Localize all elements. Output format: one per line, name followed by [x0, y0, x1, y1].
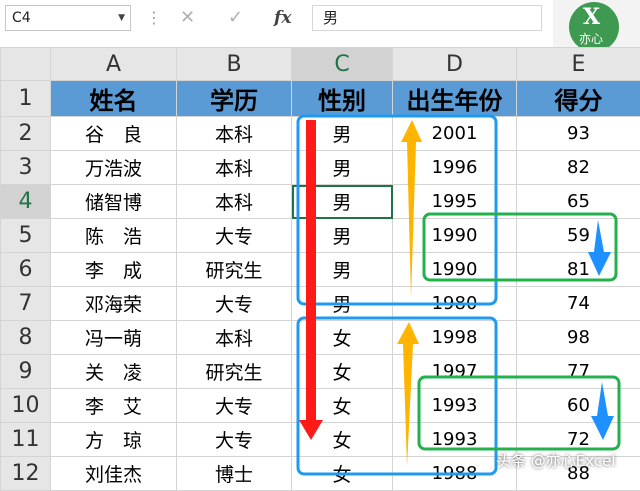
table-row: 5陈 浩大专男199059: [1, 219, 640, 253]
cell[interactable]: 关 凌: [51, 355, 177, 389]
cell[interactable]: 1998: [393, 321, 517, 355]
cell[interactable]: 大专: [177, 423, 292, 457]
table-row: 6李 成研究生男199081: [1, 253, 640, 287]
row-header[interactable]: 2: [1, 117, 51, 151]
cell[interactable]: 陈 浩: [51, 219, 177, 253]
row-header[interactable]: 5: [1, 219, 51, 253]
cell[interactable]: 大专: [177, 287, 292, 321]
more-options-icon: ⋮: [146, 6, 162, 30]
cell[interactable]: 女: [292, 457, 393, 491]
insert-function-icon[interactable]: fx: [274, 6, 291, 30]
table-header-cell[interactable]: 得分: [517, 81, 640, 117]
table-row: 2谷 良本科男200193: [1, 117, 640, 151]
cell[interactable]: 男: [292, 185, 393, 219]
select-all-corner[interactable]: [1, 48, 51, 81]
cell[interactable]: 82: [517, 151, 640, 185]
row-header[interactable]: 8: [1, 321, 51, 355]
cell[interactable]: 1997: [393, 355, 517, 389]
row-header[interactable]: 9: [1, 355, 51, 389]
cell[interactable]: 男: [292, 287, 393, 321]
cell[interactable]: 谷 良: [51, 117, 177, 151]
formula-input[interactable]: 男: [312, 5, 542, 31]
cell[interactable]: 1980: [393, 287, 517, 321]
table-row: 3万浩波本科男199682: [1, 151, 640, 185]
cell[interactable]: 大专: [177, 389, 292, 423]
cell[interactable]: 2001: [393, 117, 517, 151]
table-row: 8冯一萌本科女199898: [1, 321, 640, 355]
name-box-value: C4: [12, 10, 31, 26]
cell[interactable]: 万浩波: [51, 151, 177, 185]
cell[interactable]: 1990: [393, 253, 517, 287]
logo-letter: X: [583, 4, 600, 30]
cell[interactable]: 本科: [177, 185, 292, 219]
cell[interactable]: 男: [292, 253, 393, 287]
cell[interactable]: 方 琼: [51, 423, 177, 457]
row-header[interactable]: 10: [1, 389, 51, 423]
cell[interactable]: 女: [292, 321, 393, 355]
cancel-icon[interactable]: ✕: [180, 6, 195, 30]
cell[interactable]: 1995: [393, 185, 517, 219]
cell[interactable]: 1993: [393, 389, 517, 423]
column-header-c[interactable]: C: [292, 48, 393, 81]
chevron-down-icon[interactable]: ▼: [118, 6, 125, 30]
table-header-cell[interactable]: 姓名: [51, 81, 177, 117]
cell[interactable]: 刘佳杰: [51, 457, 177, 491]
cell[interactable]: 男: [292, 117, 393, 151]
cell[interactable]: 65: [517, 185, 640, 219]
spreadsheet-grid: ABCDE1姓名学历性别出生年份得分2谷 良本科男2001933万浩波本科男19…: [0, 47, 640, 491]
table-header-cell[interactable]: 出生年份: [393, 81, 517, 117]
watermark: 头条 @亦心Excel: [496, 450, 616, 471]
name-box[interactable]: C4 ▼: [5, 5, 131, 31]
cell[interactable]: 邓海荣: [51, 287, 177, 321]
row-header[interactable]: 4: [1, 185, 51, 219]
formula-bar: C4 ▼ ⋮ ✕ ✓ fx 男: [0, 0, 640, 40]
cell[interactable]: 博士: [177, 457, 292, 491]
row-header[interactable]: 1: [1, 81, 51, 117]
cell[interactable]: 81: [517, 253, 640, 287]
table-row: 7邓海荣大专男198074: [1, 287, 640, 321]
row-header[interactable]: 6: [1, 253, 51, 287]
cell[interactable]: 女: [292, 389, 393, 423]
cell[interactable]: 59: [517, 219, 640, 253]
cell[interactable]: 女: [292, 355, 393, 389]
cell[interactable]: 李 成: [51, 253, 177, 287]
cell[interactable]: 女: [292, 423, 393, 457]
cell[interactable]: 93: [517, 117, 640, 151]
row-header[interactable]: 12: [1, 457, 51, 491]
cell[interactable]: 60: [517, 389, 640, 423]
cell[interactable]: 1996: [393, 151, 517, 185]
cell[interactable]: 本科: [177, 151, 292, 185]
enter-icon[interactable]: ✓: [228, 6, 243, 30]
column-header-d[interactable]: D: [393, 48, 517, 81]
row-header[interactable]: 3: [1, 151, 51, 185]
table-row: 4储智博本科男199565: [1, 185, 640, 219]
cell[interactable]: 1990: [393, 219, 517, 253]
row-header[interactable]: 11: [1, 423, 51, 457]
cell[interactable]: 77: [517, 355, 640, 389]
cell[interactable]: 男: [292, 151, 393, 185]
column-header-b[interactable]: B: [177, 48, 292, 81]
table-row: 1姓名学历性别出生年份得分: [1, 81, 640, 117]
row-header[interactable]: 7: [1, 287, 51, 321]
table-row: 9关 凌研究生女199777: [1, 355, 640, 389]
cell[interactable]: 研究生: [177, 355, 292, 389]
cell[interactable]: 李 艾: [51, 389, 177, 423]
table-header-cell[interactable]: 性别: [292, 81, 393, 117]
cell[interactable]: 本科: [177, 321, 292, 355]
cell[interactable]: 研究生: [177, 253, 292, 287]
cell[interactable]: 98: [517, 321, 640, 355]
logo-text: 亦心: [579, 30, 603, 47]
cell[interactable]: 冯一萌: [51, 321, 177, 355]
cell[interactable]: 本科: [177, 117, 292, 151]
column-header-e[interactable]: E: [517, 48, 640, 81]
cell[interactable]: 男: [292, 219, 393, 253]
cell[interactable]: 储智博: [51, 185, 177, 219]
cell[interactable]: 74: [517, 287, 640, 321]
column-header-row: ABCDE: [1, 48, 640, 81]
table-row: 10李 艾大专女199360: [1, 389, 640, 423]
column-header-a[interactable]: A: [51, 48, 177, 81]
cell[interactable]: 大专: [177, 219, 292, 253]
table-header-cell[interactable]: 学历: [177, 81, 292, 117]
